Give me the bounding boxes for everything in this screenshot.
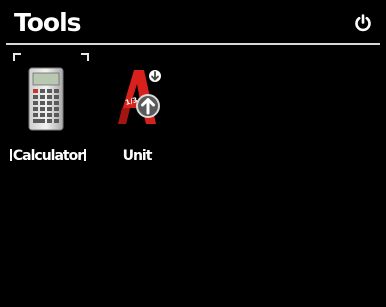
selection-corner-top-left	[13, 53, 21, 61]
app-label-calculator: Calculator	[5, 148, 91, 164]
power-button[interactable]	[354, 14, 372, 32]
selection-corner-top-right	[81, 53, 89, 61]
app-tile-calculator[interactable]: Calculator	[5, 50, 91, 174]
calculator-icon	[15, 62, 81, 138]
app-label-unit: Unit	[122, 148, 153, 164]
header-divider	[6, 43, 380, 45]
app-tile-unit[interactable]: 1/3 Unit	[94, 50, 180, 174]
page-title: Tools	[14, 8, 82, 37]
selection-mark-left	[9, 149, 12, 161]
title-bar: Tools	[0, 0, 386, 46]
unit-converter-icon: 1/3	[104, 62, 170, 138]
power-icon	[355, 14, 371, 32]
selection-mark-right	[84, 149, 87, 161]
calculator-label-text: Calculator	[12, 148, 84, 164]
